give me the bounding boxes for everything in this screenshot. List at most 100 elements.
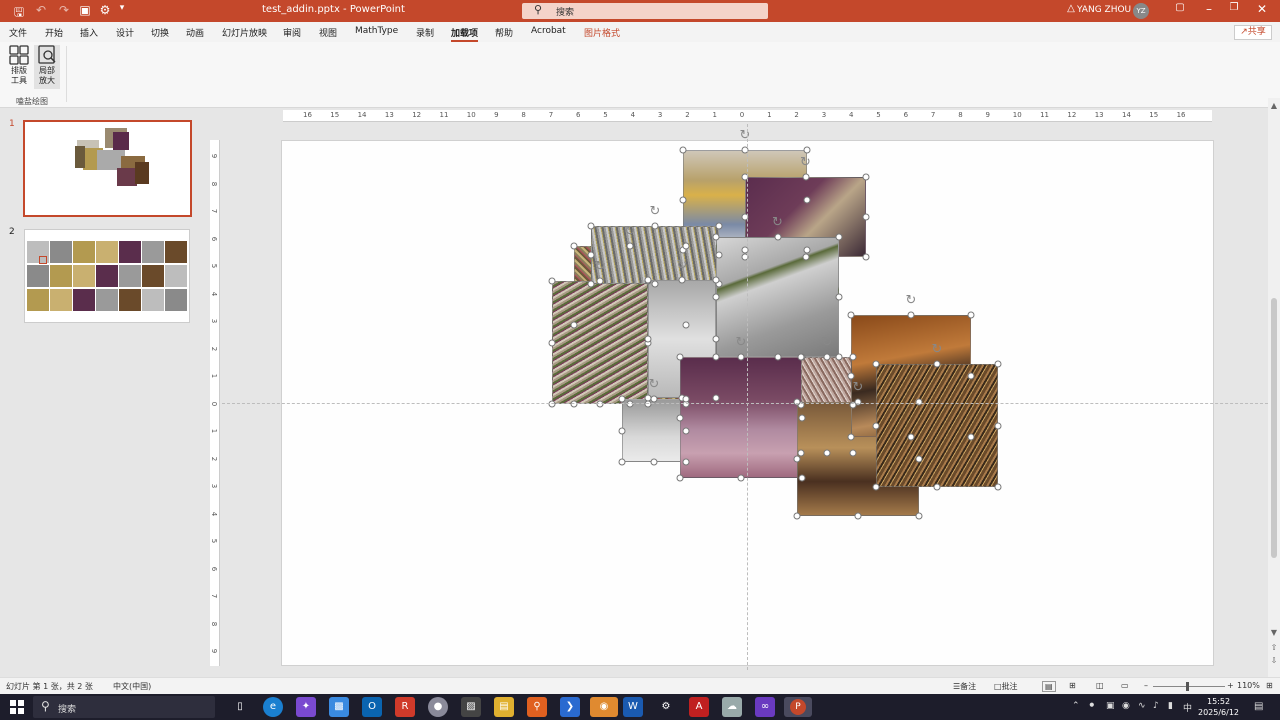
- search-app-icon[interactable]: ⚲: [527, 697, 547, 717]
- rotate-handle-icon[interactable]: ↻: [738, 129, 752, 143]
- wechat-icon[interactable]: ◉: [590, 697, 618, 717]
- vertical-scrollbar[interactable]: ▲ ▼ ⇧ ⇩: [1268, 98, 1280, 677]
- restore-icon[interactable]: ❐: [1224, 2, 1244, 13]
- picture[interactable]: [591, 226, 719, 284]
- resize-handle[interactable]: [803, 146, 811, 154]
- resize-handle[interactable]: [967, 433, 975, 441]
- battery-icon[interactable]: ▮: [1168, 701, 1173, 711]
- resize-handle[interactable]: [618, 427, 626, 434]
- zoom-out-icon[interactable]: –: [1144, 681, 1148, 690]
- resize-handle[interactable]: [682, 321, 690, 329]
- resize-handle[interactable]: [862, 173, 870, 181]
- resize-handle[interactable]: [737, 353, 745, 361]
- resize-handle[interactable]: [802, 173, 809, 181]
- resize-handle[interactable]: [644, 335, 652, 343]
- resize-handle[interactable]: [797, 353, 805, 361]
- avatar[interactable]: YZ: [1133, 3, 1149, 19]
- resize-handle[interactable]: [676, 414, 684, 421]
- tab-review[interactable]: 审阅: [283, 26, 301, 39]
- resize-handle[interactable]: [618, 458, 626, 466]
- tray-circle-icon[interactable]: ◉: [1122, 701, 1130, 711]
- vscode-blue-icon[interactable]: ❯: [560, 697, 580, 717]
- tray-overflow-icon[interactable]: ⌃: [1072, 701, 1080, 711]
- zoom-slider-thumb[interactable]: [1186, 682, 1189, 691]
- resize-handle[interactable]: [994, 422, 1002, 429]
- rotate-handle-icon[interactable]: ↻: [930, 343, 944, 357]
- resize-handle[interactable]: [823, 353, 831, 361]
- resize-handle[interactable]: [715, 222, 723, 230]
- resize-handle[interactable]: [651, 280, 659, 288]
- tab-addins[interactable]: 加载项: [451, 26, 479, 42]
- next-slide-icon[interactable]: ⇩: [1269, 656, 1279, 665]
- volume-icon[interactable]: ♪: [1153, 701, 1159, 711]
- resize-handle[interactable]: [587, 251, 595, 259]
- slide-thumbnail-2[interactable]: [24, 229, 190, 323]
- resize-handle[interactable]: [712, 293, 720, 301]
- resize-handle[interactable]: [626, 242, 634, 250]
- resize-handle[interactable]: [849, 449, 857, 457]
- outlook-icon[interactable]: O: [362, 697, 382, 717]
- resize-handle[interactable]: [994, 483, 1002, 491]
- resize-handle[interactable]: [933, 360, 941, 368]
- edge-icon[interactable]: e: [263, 697, 283, 717]
- resize-handle[interactable]: [570, 242, 578, 250]
- user-name[interactable]: YANG ZHOU: [1077, 5, 1131, 15]
- tab-acrobat[interactable]: Acrobat: [531, 26, 566, 36]
- notes-button[interactable]: ☰备注: [953, 681, 976, 692]
- resize-handle[interactable]: [570, 400, 578, 408]
- resize-handle[interactable]: [967, 372, 975, 380]
- resize-handle[interactable]: [798, 474, 806, 482]
- resize-handle[interactable]: [835, 293, 843, 301]
- share-button[interactable]: ↗共享: [1234, 25, 1272, 40]
- scroll-down-icon[interactable]: ▼: [1269, 628, 1279, 637]
- rotate-handle-icon[interactable]: ↻: [623, 225, 637, 239]
- copilot-icon[interactable]: ✦: [296, 697, 316, 717]
- slideshow-icon[interactable]: ▭: [1121, 681, 1129, 690]
- redo-icon[interactable]: ↷: [55, 3, 73, 17]
- resize-handle[interactable]: [774, 233, 781, 241]
- tab-record[interactable]: 录制: [416, 26, 434, 39]
- resize-handle[interactable]: [847, 433, 855, 441]
- resize-handle[interactable]: [596, 277, 604, 285]
- resize-handle[interactable]: [967, 311, 975, 319]
- resize-handle[interactable]: [774, 353, 781, 361]
- resize-handle[interactable]: [915, 455, 923, 463]
- terminal-icon[interactable]: ▨: [461, 697, 481, 717]
- resize-handle[interactable]: [682, 395, 690, 403]
- rotate-handle-icon[interactable]: ↻: [648, 205, 662, 219]
- clock[interactable]: 15:52 2025/6/12: [1198, 696, 1239, 718]
- rotate-handle-icon[interactable]: ↻: [647, 378, 661, 392]
- store-icon[interactable]: ▩: [329, 697, 349, 717]
- resize-handle[interactable]: [570, 321, 578, 329]
- word-icon[interactable]: W: [623, 697, 643, 717]
- search-box[interactable]: ⚲ 搜索: [522, 3, 768, 19]
- acrobat-icon[interactable]: A: [689, 697, 709, 717]
- rotate-handle-icon[interactable]: ↻: [799, 156, 813, 170]
- zoom-slider[interactable]: [1153, 686, 1225, 687]
- tab-design[interactable]: 设计: [116, 26, 134, 39]
- comments-button[interactable]: □批注: [994, 681, 1018, 692]
- resize-handle[interactable]: [712, 353, 720, 361]
- powerpoint-icon[interactable]: P: [784, 697, 812, 717]
- settings-icon[interactable]: ⚙: [656, 697, 676, 717]
- tab-slideshow[interactable]: 幻灯片放映: [222, 26, 267, 39]
- picture[interactable]: [552, 281, 648, 404]
- resize-handle[interactable]: [823, 449, 831, 457]
- resize-handle[interactable]: [548, 339, 556, 346]
- rotate-handle-icon[interactable]: ↻: [593, 260, 607, 274]
- wifi-icon[interactable]: ∿: [1138, 701, 1146, 711]
- app-circle-icon[interactable]: ●: [428, 697, 448, 717]
- tab-insert[interactable]: 插入: [80, 26, 98, 39]
- resize-handle[interactable]: [679, 146, 687, 154]
- resize-handle[interactable]: [803, 246, 811, 254]
- tab-file[interactable]: 文件: [9, 26, 27, 39]
- tab-animations[interactable]: 动画: [186, 26, 204, 39]
- resize-handle[interactable]: [712, 233, 720, 241]
- resize-handle[interactable]: [862, 253, 870, 261]
- resize-handle[interactable]: [803, 196, 811, 204]
- resize-handle[interactable]: [915, 398, 923, 406]
- resize-handle[interactable]: [835, 353, 843, 361]
- rotate-handle-icon[interactable]: ↻: [851, 381, 865, 395]
- task-view-icon[interactable]: ▯: [230, 697, 250, 717]
- slide-thumbnail-1[interactable]: [23, 120, 192, 217]
